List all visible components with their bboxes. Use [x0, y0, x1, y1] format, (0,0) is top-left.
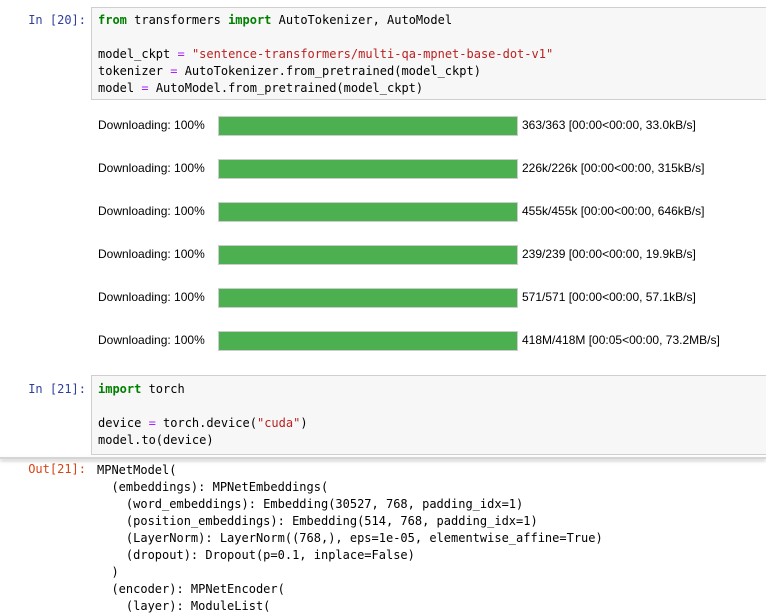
output-line: (position_embeddings): Embedding(514, 76… [97, 514, 538, 528]
code-token: = [177, 47, 185, 61]
code-token: torch [141, 382, 185, 396]
scroll-shadow-divider [0, 457, 766, 459]
download-stats: 226k/226k [00:00<00:00, 315kB/s] [522, 161, 705, 175]
download-progress-row: Downloading: 100% 239/239 [00:00<00:00, 1… [98, 245, 766, 265]
code-line: model.to(device) [98, 432, 214, 448]
download-label: Downloading: 100% [98, 333, 205, 347]
download-stats: 571/571 [00:00<00:00, 57.1kB/s] [522, 290, 696, 304]
output-area-21: MPNetModel( (embeddings): MPNetEmbedding… [91, 460, 766, 613]
progress-bar-fill [219, 160, 517, 178]
progress-bar [218, 159, 518, 179]
code-line: device = torch.device("cuda") [98, 415, 308, 431]
code-line: tokenizer = AutoTokenizer.from_pretraine… [98, 63, 481, 79]
code-token: "cuda" [256, 416, 301, 430]
code-line: import torch [98, 381, 185, 397]
download-label: Downloading: 100% [98, 290, 205, 304]
code-token: transformers [126, 13, 229, 27]
download-progress-row: Downloading: 100% 226k/226k [00:00<00:00,… [98, 159, 766, 179]
output-line: (layer): ModuleList( [97, 599, 271, 613]
download-progress-row: Downloading: 100% 455k/455k [00:00<00:00,… [98, 202, 766, 222]
code-cell-20[interactable]: from transformers import AutoTokenizer, … [91, 7, 766, 100]
download-label: Downloading: 100% [98, 118, 205, 132]
code-token: tokenizer [98, 64, 171, 78]
output-line: ) [97, 565, 119, 579]
code-token: from [98, 13, 127, 27]
output-line: (word_embeddings): Embedding(30527, 768,… [97, 497, 524, 511]
code-token: AutoTokenizer, AutoModel [271, 13, 453, 27]
download-progress-row: Downloading: 100% 418M/418M [00:05<00:00,… [98, 331, 766, 351]
download-progress-row: Downloading: 100% 571/571 [00:00<00:00, 5… [98, 288, 766, 308]
progress-bar-fill [219, 289, 517, 307]
code-line: model_ckpt = "sentence-transformers/mult… [98, 46, 553, 62]
progress-bar-fill [219, 332, 517, 350]
output-line: (embeddings): MPNetEmbeddings( [97, 480, 329, 494]
progress-bar-fill [219, 117, 517, 135]
progress-bar-fill [219, 203, 517, 221]
code-token: import [228, 13, 272, 27]
output-line: (LayerNorm): LayerNorm((768,), eps=1e-05… [97, 531, 603, 545]
download-progress-row: Downloading: 100% 363/363 [00:00<00:00, 3… [98, 116, 766, 136]
output-line: (dropout): Dropout(p=0.1, inplace=False) [97, 548, 415, 562]
progress-bar-fill [219, 246, 517, 264]
progress-bar [218, 331, 518, 351]
progress-bar [218, 245, 518, 265]
download-stats: 363/363 [00:00<00:00, 33.0kB/s] [522, 118, 696, 132]
input-prompt-21: In [21]: [28, 382, 86, 396]
code-line: from transformers import AutoTokenizer, … [98, 12, 452, 28]
code-token: import [98, 382, 142, 396]
code-token: = [148, 416, 156, 430]
download-stats: 239/239 [00:00<00:00, 19.9kB/s] [522, 247, 696, 261]
code-token: = [141, 81, 149, 95]
code-line: model = AutoModel.from_pretrained(model_… [98, 80, 423, 96]
output-line: MPNetModel( [97, 463, 177, 477]
progress-bar [218, 116, 518, 136]
download-stats: 455k/455k [00:00<00:00, 646kB/s] [522, 204, 705, 218]
progress-bar [218, 288, 518, 308]
code-token: device [98, 416, 149, 430]
code-token: AutoModel.from_pretrained(model_ckpt) [148, 81, 424, 95]
code-token: model.to(device) [98, 433, 214, 447]
code-token: model [98, 81, 142, 95]
download-label: Downloading: 100% [98, 247, 205, 261]
code-cell-21[interactable]: import torch device = torch.device("cuda"… [91, 375, 766, 455]
input-prompt-20: In [20]: [28, 13, 86, 27]
code-token: "sentence-transformers/multi-qa-mpnet-ba… [191, 47, 554, 61]
download-label: Downloading: 100% [98, 204, 205, 218]
code-token: torch.device( [155, 416, 257, 430]
code-token: ) [300, 416, 308, 430]
download-stats: 418M/418M [00:05<00:00, 73.2MB/s] [522, 333, 720, 347]
code-token: AutoTokenizer.from_pretrained(model_ckpt… [177, 64, 481, 78]
output-line: (encoder): MPNetEncoder( [97, 582, 285, 596]
code-token: model_ckpt [98, 47, 178, 61]
output-prompt-21: Out[21]: [28, 462, 86, 476]
download-label: Downloading: 100% [98, 161, 205, 175]
progress-bar [218, 202, 518, 222]
